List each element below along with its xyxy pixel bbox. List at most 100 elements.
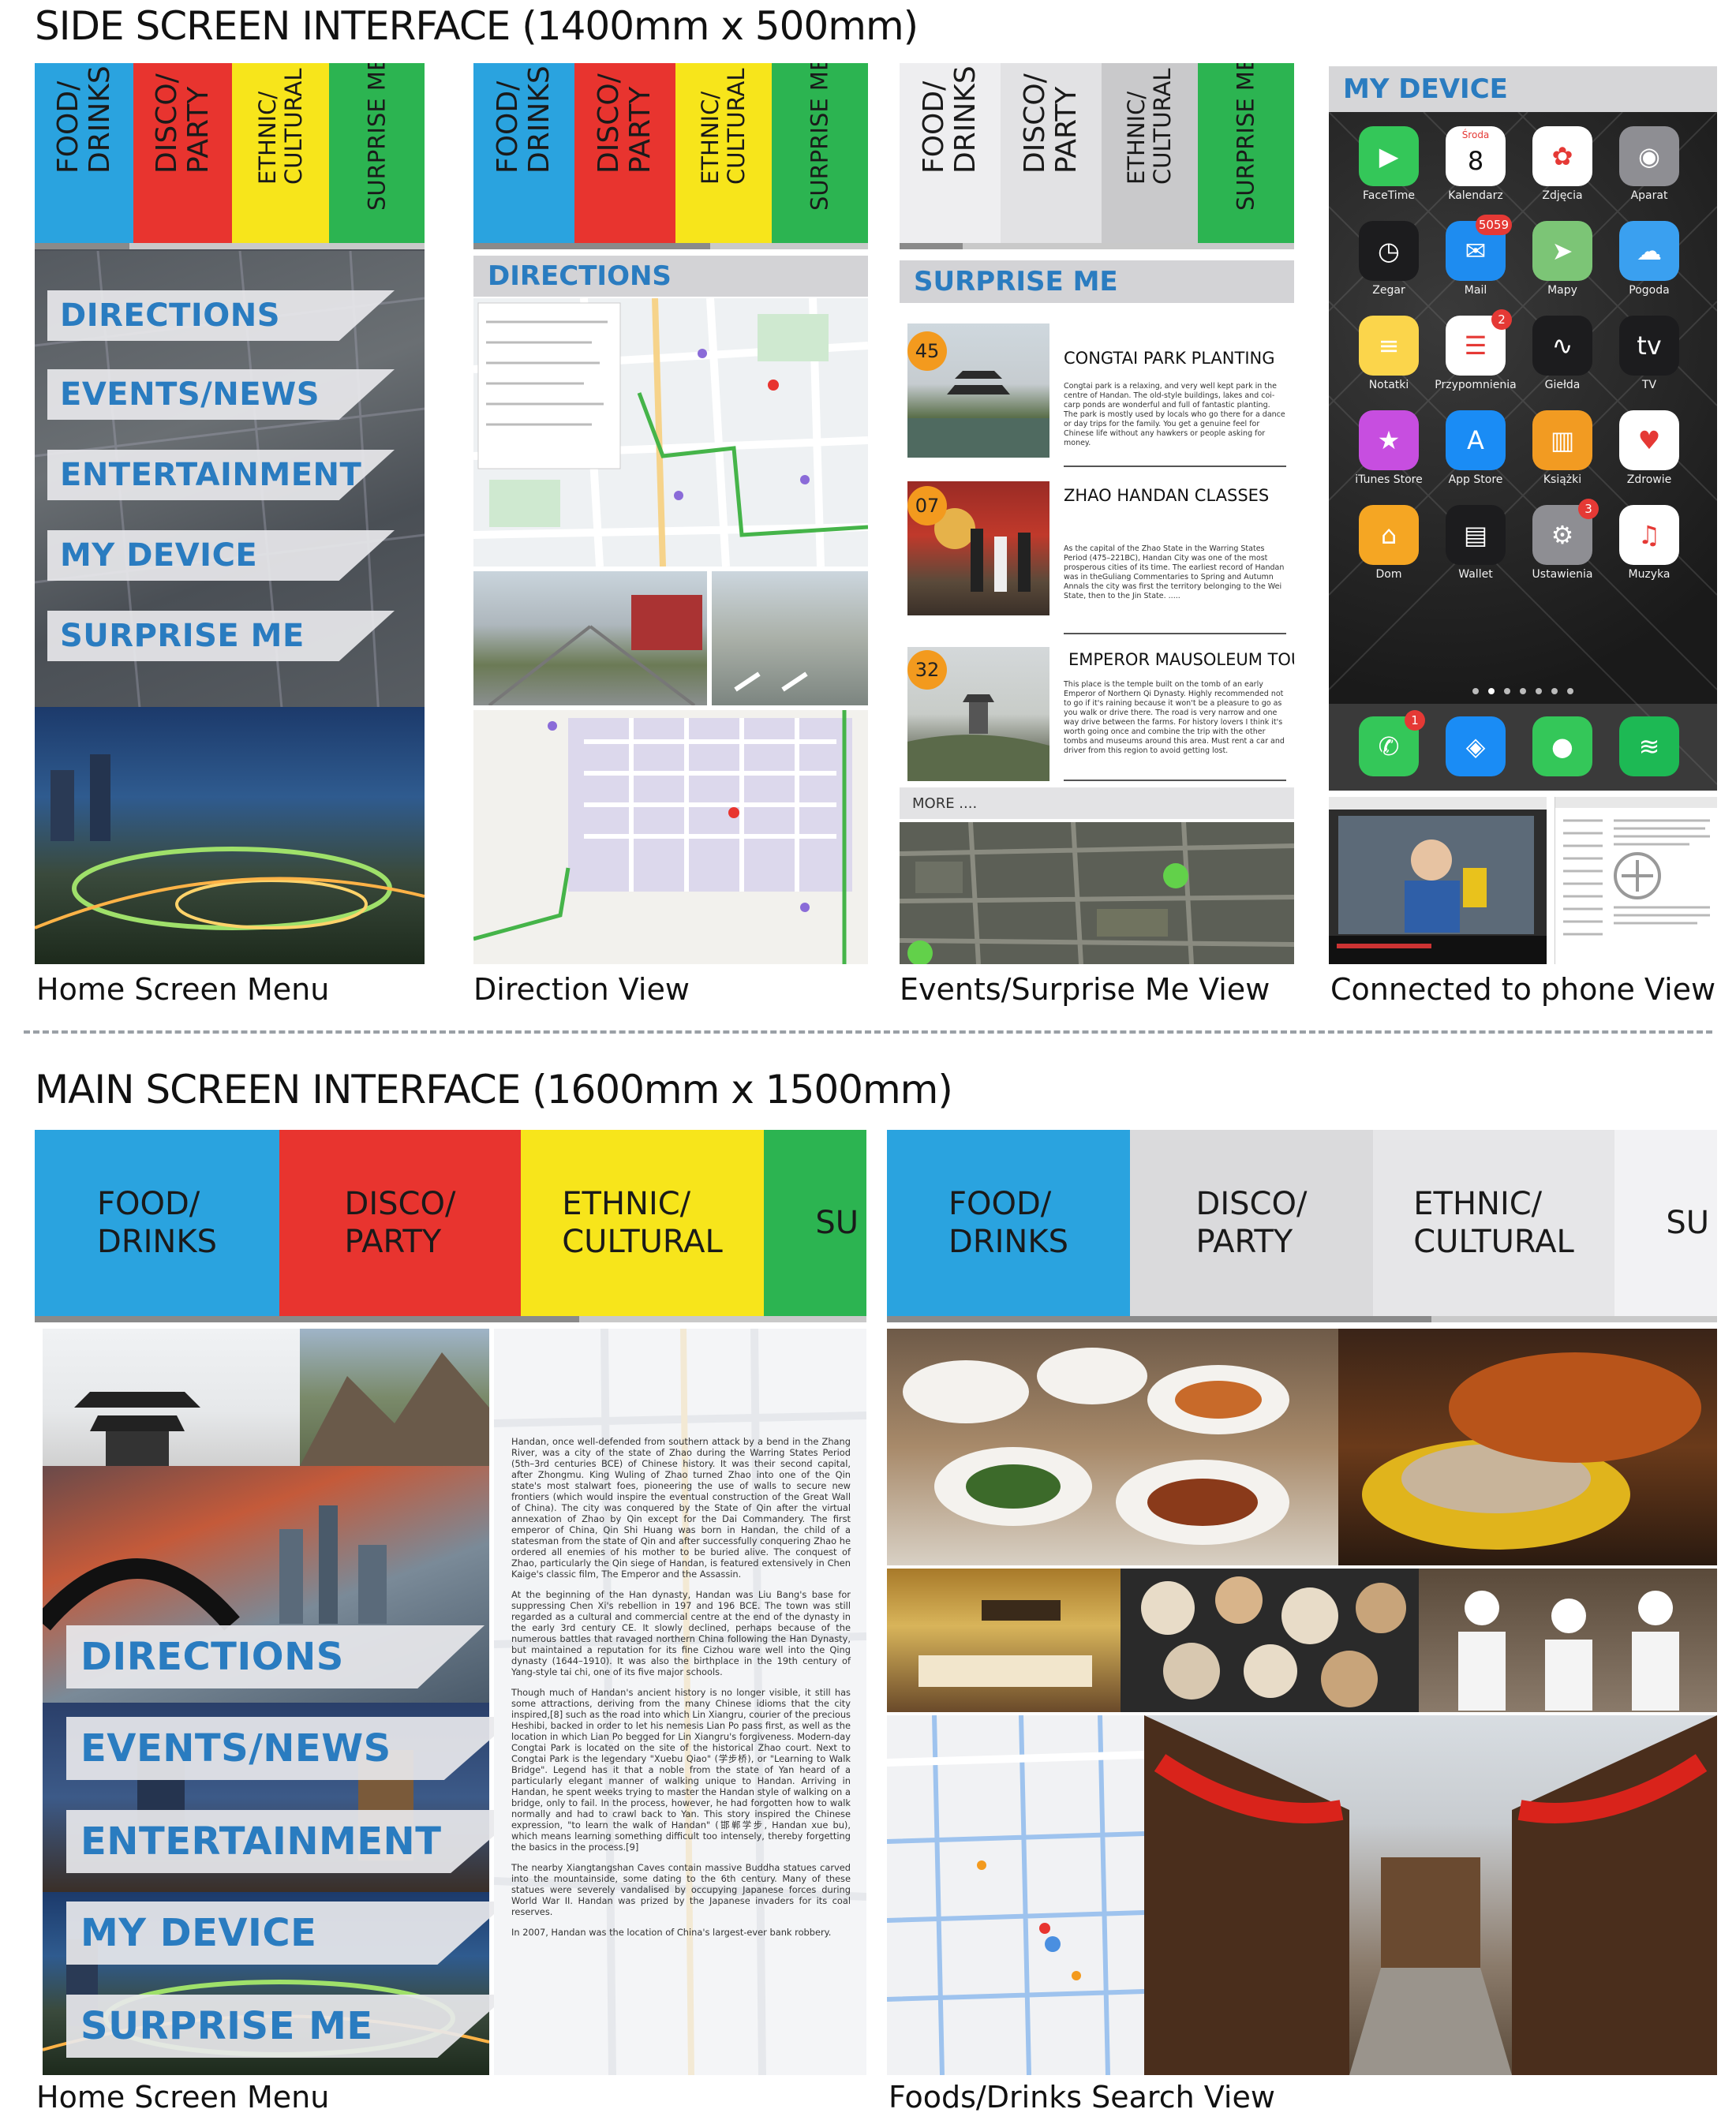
- safari-app[interactable]: ◈: [1432, 716, 1519, 776]
- event-rating-badge: 07: [907, 486, 947, 525]
- app-icon: ★: [1359, 410, 1419, 470]
- category-food-drinks[interactable]: FOOD/ DRINKS: [887, 1130, 1130, 1316]
- category-disco-party[interactable]: DISCO/ PARTY: [133, 63, 232, 243]
- restaurant-interior-photo[interactable]: [887, 1569, 1121, 1712]
- app-icon: ▤: [1446, 505, 1506, 565]
- app-tv[interactable]: tv TV: [1606, 316, 1693, 391]
- category-surprise-me[interactable]: SURPRISE ME: [1198, 63, 1294, 243]
- app-notatki[interactable]: ≡ Notatki: [1345, 316, 1432, 391]
- category-ethnic-cultural[interactable]: ETHNIC/ CULTURAL: [1373, 1130, 1614, 1316]
- event-title[interactable]: CONGTAI PARK PLANTING: [1064, 349, 1275, 368]
- notification-badge: 5059: [1475, 215, 1512, 235]
- app-facetime[interactable]: ▶ FaceTime: [1345, 126, 1432, 202]
- category-ethnic-cultural[interactable]: ETHNIC/ CULTURAL: [1102, 63, 1198, 243]
- caption-phone-view: Connected to phone View: [1330, 972, 1716, 1007]
- app-kalendarz[interactable]: 8 Środa Kalendarz: [1432, 126, 1519, 202]
- menu-events-news[interactable]: EVENTS/NEWS: [47, 369, 395, 420]
- category-scrollbar[interactable]: [887, 1316, 1717, 1322]
- app-pogoda[interactable]: ☁ Pogoda: [1606, 221, 1693, 297]
- route-map[interactable]: [473, 298, 868, 567]
- category-scrollbar[interactable]: [900, 243, 1294, 249]
- app-giełda[interactable]: ∿ Giełda: [1519, 316, 1606, 391]
- oysters-photo[interactable]: [1338, 1329, 1717, 1565]
- event-title[interactable]: ZHAO HANDAN CLASSES: [1064, 486, 1269, 505]
- app-icon: ◉: [1619, 126, 1679, 186]
- pavilion-photo: [43, 1329, 300, 1466]
- app-label: Pogoda: [1629, 284, 1670, 297]
- main-menu-directions[interactable]: DIRECTIONS: [66, 1625, 485, 1688]
- more-button[interactable]: MORE ....: [900, 787, 1294, 819]
- category-surprise-me[interactable]: SU: [1614, 1130, 1717, 1316]
- category-food-drinks[interactable]: FOOD/ DRINKS: [35, 63, 133, 243]
- category-scrollbar[interactable]: [35, 243, 425, 249]
- notification-badge: 3: [1578, 499, 1599, 519]
- menu-directions[interactable]: DIRECTIONS: [47, 290, 395, 341]
- area-map[interactable]: [473, 710, 868, 964]
- app-glyph: tv: [1637, 331, 1662, 361]
- menu-entertainment[interactable]: ENTERTAINMENT: [47, 450, 395, 500]
- category-food-drinks[interactable]: FOOD/ DRINKS: [900, 63, 1001, 243]
- app-mapy[interactable]: ➤ Mapy: [1519, 221, 1606, 297]
- category-disco-party[interactable]: DISCO/ PARTY: [1001, 63, 1102, 243]
- dock-icon: ◈: [1446, 716, 1506, 776]
- category-scrollbar[interactable]: [473, 243, 868, 249]
- app-icon: ⚙ 3: [1532, 499, 1599, 565]
- app-książki[interactable]: ▥ Książki: [1519, 410, 1606, 486]
- menu-my-device[interactable]: MY DEVICE: [47, 530, 395, 581]
- category-food-drinks[interactable]: FOOD/ DRINKS: [473, 63, 574, 243]
- category-ethnic-cultural[interactable]: ETHNIC/ CULTURAL: [675, 63, 772, 243]
- document-screen[interactable]: [1555, 797, 1717, 964]
- courtyard-photo[interactable]: [1144, 1715, 1717, 2075]
- history-paragraph: Handan, once well-defended from southern…: [511, 1436, 851, 1580]
- app-wallet[interactable]: ▤ Wallet: [1432, 505, 1519, 581]
- dock-icon: ✆ 1: [1359, 710, 1425, 776]
- app-zdrowie[interactable]: ♥ Zdrowie: [1606, 410, 1693, 486]
- category-disco-party[interactable]: DISCO/ PARTY: [1130, 1130, 1373, 1316]
- spotify-app[interactable]: ≋: [1606, 716, 1693, 776]
- video-call-screen[interactable]: [1329, 797, 1547, 964]
- app-mail[interactable]: ✉ 5059 Mail: [1432, 215, 1519, 297]
- app-przypomnienia[interactable]: ☰ 2 Przypomnienia: [1432, 309, 1519, 391]
- food-category-bar: FOOD/ DRINKS DISCO/ PARTY ETHNIC/ CULTUR…: [887, 1130, 1717, 1316]
- app-dom[interactable]: ⌂ Dom: [1345, 505, 1432, 581]
- phone-app[interactable]: ✆ 1: [1345, 710, 1432, 776]
- category-surprise-me[interactable]: SURPRISE ME: [329, 63, 425, 243]
- events-view-panel: FOOD/ DRINKS DISCO/ PARTY ETHNIC/ CULTUR…: [900, 63, 1294, 964]
- phone-home-screen[interactable]: ▶ FaceTime 8 Środa Kalendarz ✿ Zdjęcia ◉ Aparat ◷…: [1329, 112, 1717, 791]
- app-muzyka[interactable]: ♫ Muzyka: [1606, 505, 1693, 581]
- category-ethnic-cultural[interactable]: ETHNIC/ CULTURAL: [521, 1130, 764, 1316]
- app-zegar[interactable]: ◷ Zegar: [1345, 221, 1432, 297]
- restaurant-map[interactable]: [887, 1715, 1144, 2075]
- app-glyph: ▥: [1550, 425, 1575, 455]
- main-menu-entertainment[interactable]: ENTERTAINMENT: [66, 1810, 524, 1873]
- category-scrollbar[interactable]: [35, 1316, 866, 1322]
- category-disco-party[interactable]: DISCO/ PARTY: [279, 1130, 521, 1316]
- messages-app[interactable]: ●: [1519, 716, 1606, 776]
- menu-surprise-me[interactable]: SURPRISE ME: [47, 611, 395, 661]
- category-food-drinks[interactable]: FOOD/ DRINKS: [35, 1130, 279, 1316]
- app-ustawienia[interactable]: ⚙ 3 Ustawienia: [1519, 499, 1606, 581]
- satellite-map[interactable]: [900, 822, 1294, 964]
- category-label: SU: [1666, 1205, 1709, 1241]
- app-label: Dom: [1375, 568, 1402, 581]
- category-surprise-me[interactable]: SURPRISE ME: [772, 63, 868, 243]
- category-disco-party[interactable]: DISCO/ PARTY: [574, 63, 675, 243]
- category-surprise-me[interactable]: SU: [764, 1130, 866, 1316]
- food-table-photo[interactable]: [887, 1329, 1338, 1565]
- event-title[interactable]: EMPEROR MAUSOLEUM TOUR: [1068, 650, 1294, 669]
- event-divider: [1064, 633, 1286, 634]
- dim-sum-photo[interactable]: [1121, 1569, 1419, 1712]
- app-app-store[interactable]: A App Store: [1432, 410, 1519, 486]
- page-dots[interactable]: [1471, 685, 1575, 694]
- my-device-header: MY DEVICE: [1329, 66, 1717, 112]
- app-label: Kalendarz: [1448, 189, 1503, 202]
- category-label: ETHNIC/ CULTURAL: [697, 68, 750, 185]
- app-zdjęcia[interactable]: ✿ Zdjęcia: [1519, 126, 1606, 202]
- main-menu-surprise-me[interactable]: SURPRISE ME: [66, 1995, 508, 2058]
- app-aparat[interactable]: ◉ Aparat: [1606, 126, 1693, 202]
- app-itunes-store[interactable]: ★ iTunes Store: [1345, 410, 1432, 486]
- main-menu-events-news[interactable]: EVENTS/NEWS: [66, 1717, 516, 1780]
- main-menu-my-device[interactable]: MY DEVICE: [66, 1902, 508, 1965]
- category-ethnic-cultural[interactable]: ETHNIC/ CULTURAL: [232, 63, 329, 243]
- chefs-photo[interactable]: [1419, 1569, 1717, 1712]
